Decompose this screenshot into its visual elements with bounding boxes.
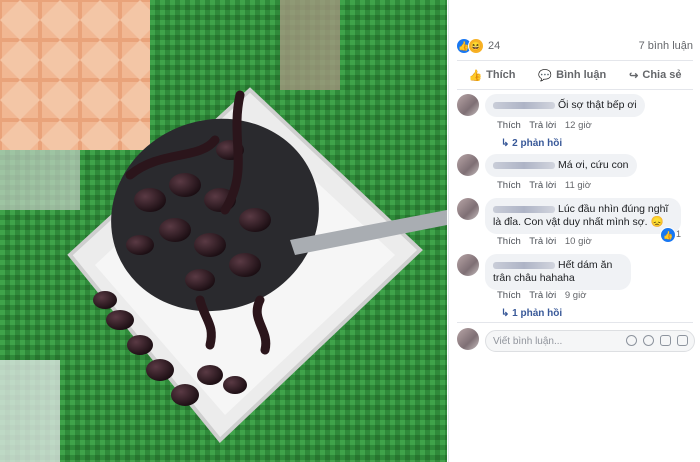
bubble-tea-pearls-photo xyxy=(0,0,447,462)
commenter-name-blurred[interactable] xyxy=(493,161,555,169)
comment-reply-link[interactable]: Trả lời xyxy=(529,180,556,191)
share-button[interactable]: ↪ Chia sẻ xyxy=(629,69,681,82)
reaction-summary[interactable]: 👍 😆 24 7 bình luận xyxy=(457,36,693,56)
comment-meta: Thích Trả lời 10 giờ xyxy=(497,236,598,247)
avatar[interactable] xyxy=(457,198,479,220)
avatar[interactable] xyxy=(457,94,479,116)
comments-panel: 👍 😆 24 7 bình luận 👍 Thích 💬 Bình luận ↪… xyxy=(448,0,700,462)
comment-button[interactable]: 💬 Bình luận xyxy=(538,69,606,82)
avatar[interactable] xyxy=(457,154,479,176)
comment-like-link[interactable]: Thích xyxy=(497,120,521,131)
camera-icon[interactable] xyxy=(643,335,654,346)
comment-composer: Viết bình luận... xyxy=(457,328,695,354)
divider xyxy=(457,89,693,90)
emoji-icon[interactable] xyxy=(626,335,637,346)
comment-time: 12 giờ xyxy=(564,120,592,131)
reaction-count: 24 xyxy=(488,40,501,52)
commenter-name-blurred[interactable] xyxy=(493,101,555,109)
avatar xyxy=(457,328,479,350)
comment-input-placeholder: Viết bình luận... xyxy=(493,335,563,347)
reply-arrow-icon: ↳ xyxy=(501,138,510,149)
comment-reply-link[interactable]: Trả lời xyxy=(529,120,556,131)
comment-count[interactable]: 7 bình luận xyxy=(639,40,693,52)
comment-text: Má ơi, cứu con xyxy=(558,159,629,171)
comment-meta: Thích Trả lời 12 giờ xyxy=(497,120,598,131)
view-replies-link[interactable]: ↳ 2 phản hồi xyxy=(501,138,562,149)
commenter-name-blurred[interactable] xyxy=(493,261,555,269)
comment-time: 11 giờ xyxy=(564,180,591,191)
share-arrow-icon: ↪ xyxy=(629,69,639,82)
comment-like-reaction-icon[interactable]: 👍 xyxy=(660,227,676,243)
post-photo[interactable] xyxy=(0,0,447,462)
avatar[interactable] xyxy=(457,254,479,276)
commenter-name-blurred[interactable] xyxy=(493,205,555,213)
comment-meta: Thích Trả lời 9 giờ xyxy=(497,290,592,301)
post-actions: 👍 Thích 💬 Bình luận ↪ Chia sẻ xyxy=(457,64,693,86)
divider xyxy=(457,60,693,61)
comment-reply-link[interactable]: Trả lời xyxy=(529,290,556,301)
comment-bubble: Lúc đầu nhìn đúng nghĩ là đỉa. Con vật d… xyxy=(485,198,681,234)
comment-like-link[interactable]: Thích xyxy=(497,236,521,247)
comment-time: 10 giờ xyxy=(564,236,592,247)
comment-bubble: Hết dám ăn trân châu hahaha xyxy=(485,254,631,290)
like-button[interactable]: 👍 Thích xyxy=(468,69,515,82)
comment-like-link[interactable]: Thích xyxy=(497,290,521,301)
comment-reply-link[interactable]: Trả lời xyxy=(529,236,556,247)
comment-bubble: Má ơi, cứu con xyxy=(485,154,637,177)
composer-icons xyxy=(626,335,688,346)
comment-reaction-count: 1 xyxy=(676,229,682,239)
thumbs-up-icon: 👍 xyxy=(468,69,483,82)
comment-text: Ối sợ thật bếp ơi xyxy=(558,99,637,111)
comment-time: 9 giờ xyxy=(564,290,587,301)
haha-reaction-icon: 😆 xyxy=(468,38,484,54)
comment-like-link[interactable]: Thích xyxy=(497,180,521,191)
sticker-icon[interactable] xyxy=(677,335,688,346)
speech-bubble-icon: 💬 xyxy=(538,69,553,82)
comment-input[interactable]: Viết bình luận... xyxy=(485,330,695,352)
view-replies-link[interactable]: ↳ 1 phản hồi xyxy=(501,308,562,319)
gif-icon[interactable] xyxy=(660,335,671,346)
comment-meta: Thích Trả lời 11 giờ xyxy=(497,180,597,191)
divider xyxy=(457,322,693,323)
reply-arrow-icon: ↳ xyxy=(501,308,510,319)
comment-bubble: Ối sợ thật bếp ơi xyxy=(485,94,645,117)
